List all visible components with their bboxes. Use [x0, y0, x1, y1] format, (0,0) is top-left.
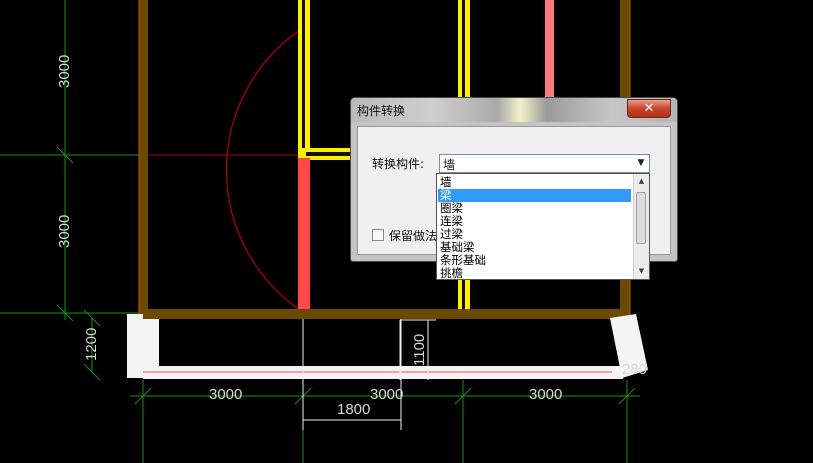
dropdown-arrow-icon[interactable]: ▼ [633, 155, 649, 172]
dim-window-width: 1800 [337, 401, 370, 418]
option-wall[interactable]: 墙 [438, 176, 631, 189]
selected-value: 墙 [443, 158, 456, 172]
option-ring-beam[interactable]: 圈梁 [438, 202, 631, 215]
convert-component-select[interactable]: 墙 ▼ [439, 154, 650, 173]
dim-window-height: 1100 [411, 334, 428, 366]
dialog-title: 构件转换 [357, 104, 406, 118]
dim-left-mid: 3000 [56, 215, 73, 248]
option-cornice[interactable]: 挑檐 [438, 267, 631, 280]
scroll-thumb[interactable] [636, 192, 646, 244]
dim-bottom-1: 3000 [209, 386, 242, 403]
close-button[interactable]: ✕ [627, 99, 671, 118]
red-arc [225, 29, 301, 311]
dim-bottom-3: 3000 [529, 386, 562, 403]
convert-component-label: 转换构件: [372, 157, 425, 171]
dim-left-top: 3000 [56, 55, 73, 88]
option-beam[interactable]: 梁 [438, 189, 631, 202]
option-coupling-beam[interactable]: 连梁 [438, 215, 631, 228]
pink-beam [545, 0, 554, 97]
dim-corner: 280 [622, 361, 647, 378]
dim-bottom-2: 3000 [370, 386, 403, 403]
dim-left-low: 1200 [83, 328, 100, 361]
component-dropdown-list[interactable]: 墙 梁 圈梁 连梁 过梁 基础梁 条形基础 挑檐 ▲ ▼ [436, 173, 650, 280]
option-strip-foundation[interactable]: 条形基础 [438, 254, 631, 267]
keep-method-label[interactable]: 保留做法 [389, 227, 437, 244]
close-icon: ✕ [643, 101, 655, 116]
red-beam [298, 158, 310, 312]
balcony-outline [127, 314, 648, 379]
dropdown-scrollbar[interactable]: ▲ ▼ [633, 174, 649, 279]
keep-method-checkbox[interactable] [372, 229, 384, 241]
dialog-titlebar[interactable]: 构件转换 ✕ [351, 98, 677, 122]
scroll-up-icon[interactable]: ▲ [635, 175, 648, 188]
scroll-down-icon[interactable]: ▼ [635, 265, 648, 278]
